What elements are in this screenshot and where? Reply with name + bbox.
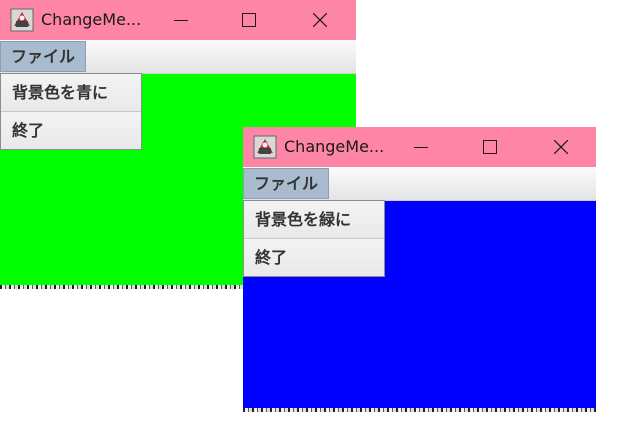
minimize-icon	[174, 20, 188, 21]
java-app-icon	[253, 135, 277, 159]
title-bar[interactable]: ChangeMe...	[243, 127, 596, 167]
maximize-icon	[242, 13, 256, 27]
file-menu[interactable]: ファイル	[0, 41, 87, 72]
menu-item-background-blue[interactable]: 背景色を青に	[1, 74, 141, 112]
maximize-button[interactable]	[226, 4, 272, 36]
java-app-icon	[10, 8, 34, 32]
menu-bar: ファイル	[0, 40, 356, 74]
title-bar[interactable]: ChangeMe...	[0, 0, 356, 40]
minimize-button[interactable]	[398, 131, 444, 163]
menu-item-exit[interactable]: 終了	[1, 112, 141, 149]
menu-item-background-green[interactable]: 背景色を緑に	[244, 201, 384, 239]
maximize-button[interactable]	[467, 131, 513, 163]
file-menu[interactable]: ファイル	[243, 168, 330, 199]
close-button[interactable]	[297, 4, 343, 36]
minimize-button[interactable]	[158, 4, 204, 36]
window-title: ChangeMe...	[284, 137, 385, 156]
file-menu-popup: 背景色を青に 終了	[0, 73, 142, 150]
menu-bar: ファイル	[243, 167, 596, 201]
close-icon	[313, 13, 327, 27]
maximize-icon	[483, 140, 497, 154]
window-title: ChangeMe...	[41, 10, 142, 29]
bottom-edge	[243, 408, 596, 412]
menu-item-exit[interactable]: 終了	[244, 239, 384, 276]
file-menu-popup: 背景色を緑に 終了	[243, 200, 385, 277]
close-button[interactable]	[538, 131, 584, 163]
window-blue: ChangeMe... ファイル 背景色を緑に 終了	[243, 127, 596, 412]
minimize-icon	[414, 147, 428, 148]
close-icon	[554, 140, 568, 154]
desktop: ChangeMe... ファイル 背景色を青に 終了 ChangeMe... フ…	[0, 0, 626, 427]
